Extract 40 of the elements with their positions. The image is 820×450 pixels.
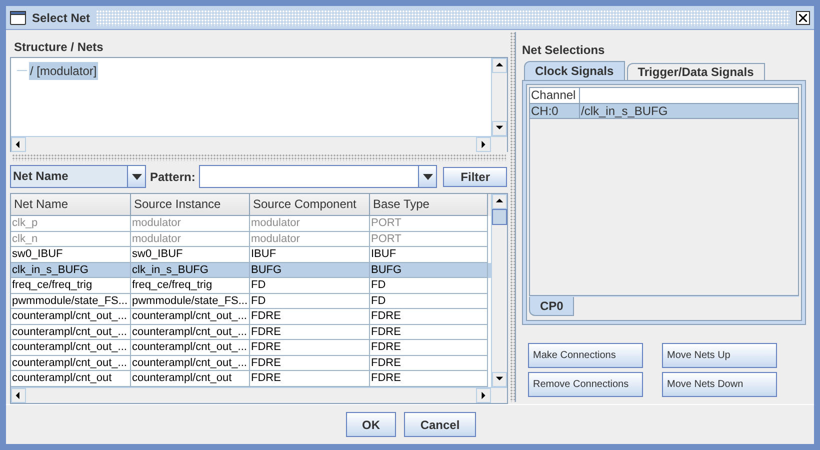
close-icon <box>799 14 807 22</box>
arrow-right-icon <box>479 140 488 149</box>
action-button[interactable]: Make Connections <box>528 343 643 368</box>
scrollbar-thumb[interactable] <box>492 209 507 226</box>
scroll-right-button[interactable] <box>476 388 491 404</box>
scroll-down-button[interactable] <box>492 120 507 136</box>
caret-icon <box>422 174 433 180</box>
window-icon <box>10 10 26 24</box>
column-header[interactable]: Source Instance <box>131 194 250 216</box>
pattern-label: Pattern: <box>150 168 196 186</box>
arrow-right-icon <box>479 391 488 400</box>
action-button[interactable]: Move Nets Down <box>662 372 777 397</box>
table-cell: CH:0 <box>530 104 580 118</box>
action-button[interactable]: Remove Connections <box>528 372 643 397</box>
tree-item[interactable]: / [modulator] <box>29 62 98 80</box>
scroll-left-button[interactable] <box>11 136 26 152</box>
column-header[interactable]: Source Component <box>250 194 370 216</box>
scroll-left-button[interactable] <box>11 388 26 404</box>
tab[interactable]: Clock Signals <box>524 61 625 80</box>
close-button[interactable] <box>796 10 810 24</box>
section-title: Structure / Nets <box>13 39 104 56</box>
pattern-field[interactable] <box>199 165 438 188</box>
scroll-right-button[interactable] <box>476 136 491 152</box>
tab[interactable]: CP0 <box>529 297 574 316</box>
window-title: Select Net <box>32 10 90 26</box>
column-header[interactable]: Base Type <box>370 194 488 216</box>
scroll-down-button[interactable] <box>492 372 507 388</box>
net-name-dropdown[interactable]: Net Name <box>10 165 146 188</box>
caret-icon <box>132 174 142 180</box>
column-header[interactable]: Channel <box>530 88 580 103</box>
section-title: Net Selections <box>522 42 606 59</box>
dialog-button[interactable]: OK <box>346 412 396 437</box>
dialog-button[interactable]: Cancel <box>404 412 476 437</box>
action-button[interactable]: Move Nets Up <box>662 343 777 368</box>
scroll-up-button[interactable] <box>492 194 507 210</box>
column-header[interactable]: Net Name <box>11 194 131 216</box>
table-cell-text: /clk_in_s_BUFG <box>580 104 669 118</box>
tab[interactable]: Trigger/Data Signals <box>626 63 765 80</box>
scroll-up-button[interactable] <box>492 58 507 73</box>
filter-button[interactable]: Filter <box>443 166 508 187</box>
